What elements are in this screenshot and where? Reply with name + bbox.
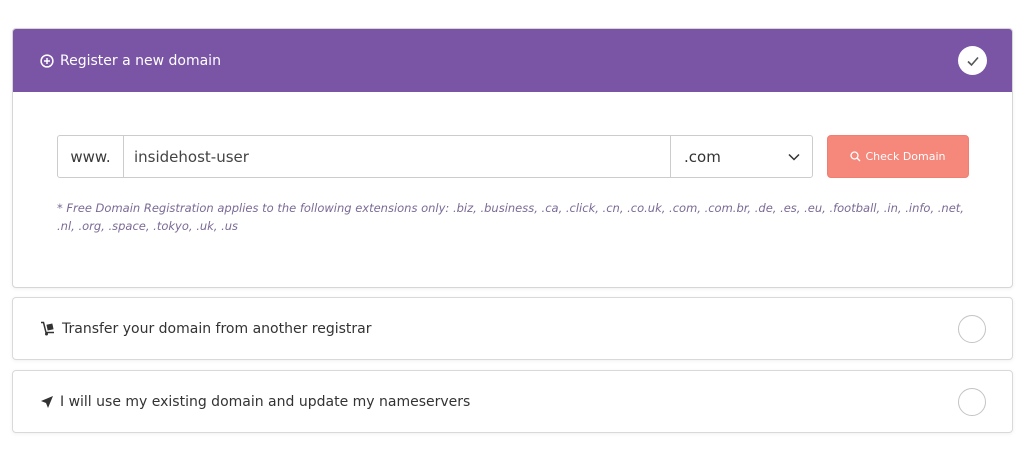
check-icon (965, 53, 981, 69)
www-prefix: www. (57, 135, 124, 178)
chevron-down-icon (788, 153, 800, 161)
register-domain-title: Register a new domain (60, 52, 221, 69)
location-arrow-icon (40, 395, 54, 409)
hand-truck-icon (40, 321, 56, 336)
check-domain-button[interactable]: Check Domain (827, 135, 969, 178)
free-domain-note: * Free Domain Registration applies to th… (57, 201, 964, 233)
existing-domain-label: I will use my existing domain and update… (60, 393, 471, 410)
tld-selected-value: .com (684, 147, 721, 166)
register-domain-header[interactable]: Register a new domain (13, 29, 1012, 92)
check-domain-label: Check Domain (865, 150, 946, 163)
domain-name-input[interactable] (124, 135, 670, 178)
domain-search-row: www. .com Check Domain (57, 135, 969, 178)
tld-select[interactable]: .com (670, 135, 813, 178)
transfer-domain-label: Transfer your domain from another regist… (62, 320, 372, 337)
transfer-domain-panel[interactable]: Transfer your domain from another regist… (12, 297, 1013, 360)
search-icon (850, 151, 861, 162)
existing-domain-panel[interactable]: I will use my existing domain and update… (12, 370, 1013, 433)
transfer-radio[interactable] (958, 315, 986, 343)
plus-circle-icon (40, 53, 54, 68)
register-selected-indicator[interactable] (958, 46, 987, 75)
register-domain-panel: Register a new domain www. .com (12, 28, 1013, 288)
existing-radio[interactable] (958, 388, 986, 416)
